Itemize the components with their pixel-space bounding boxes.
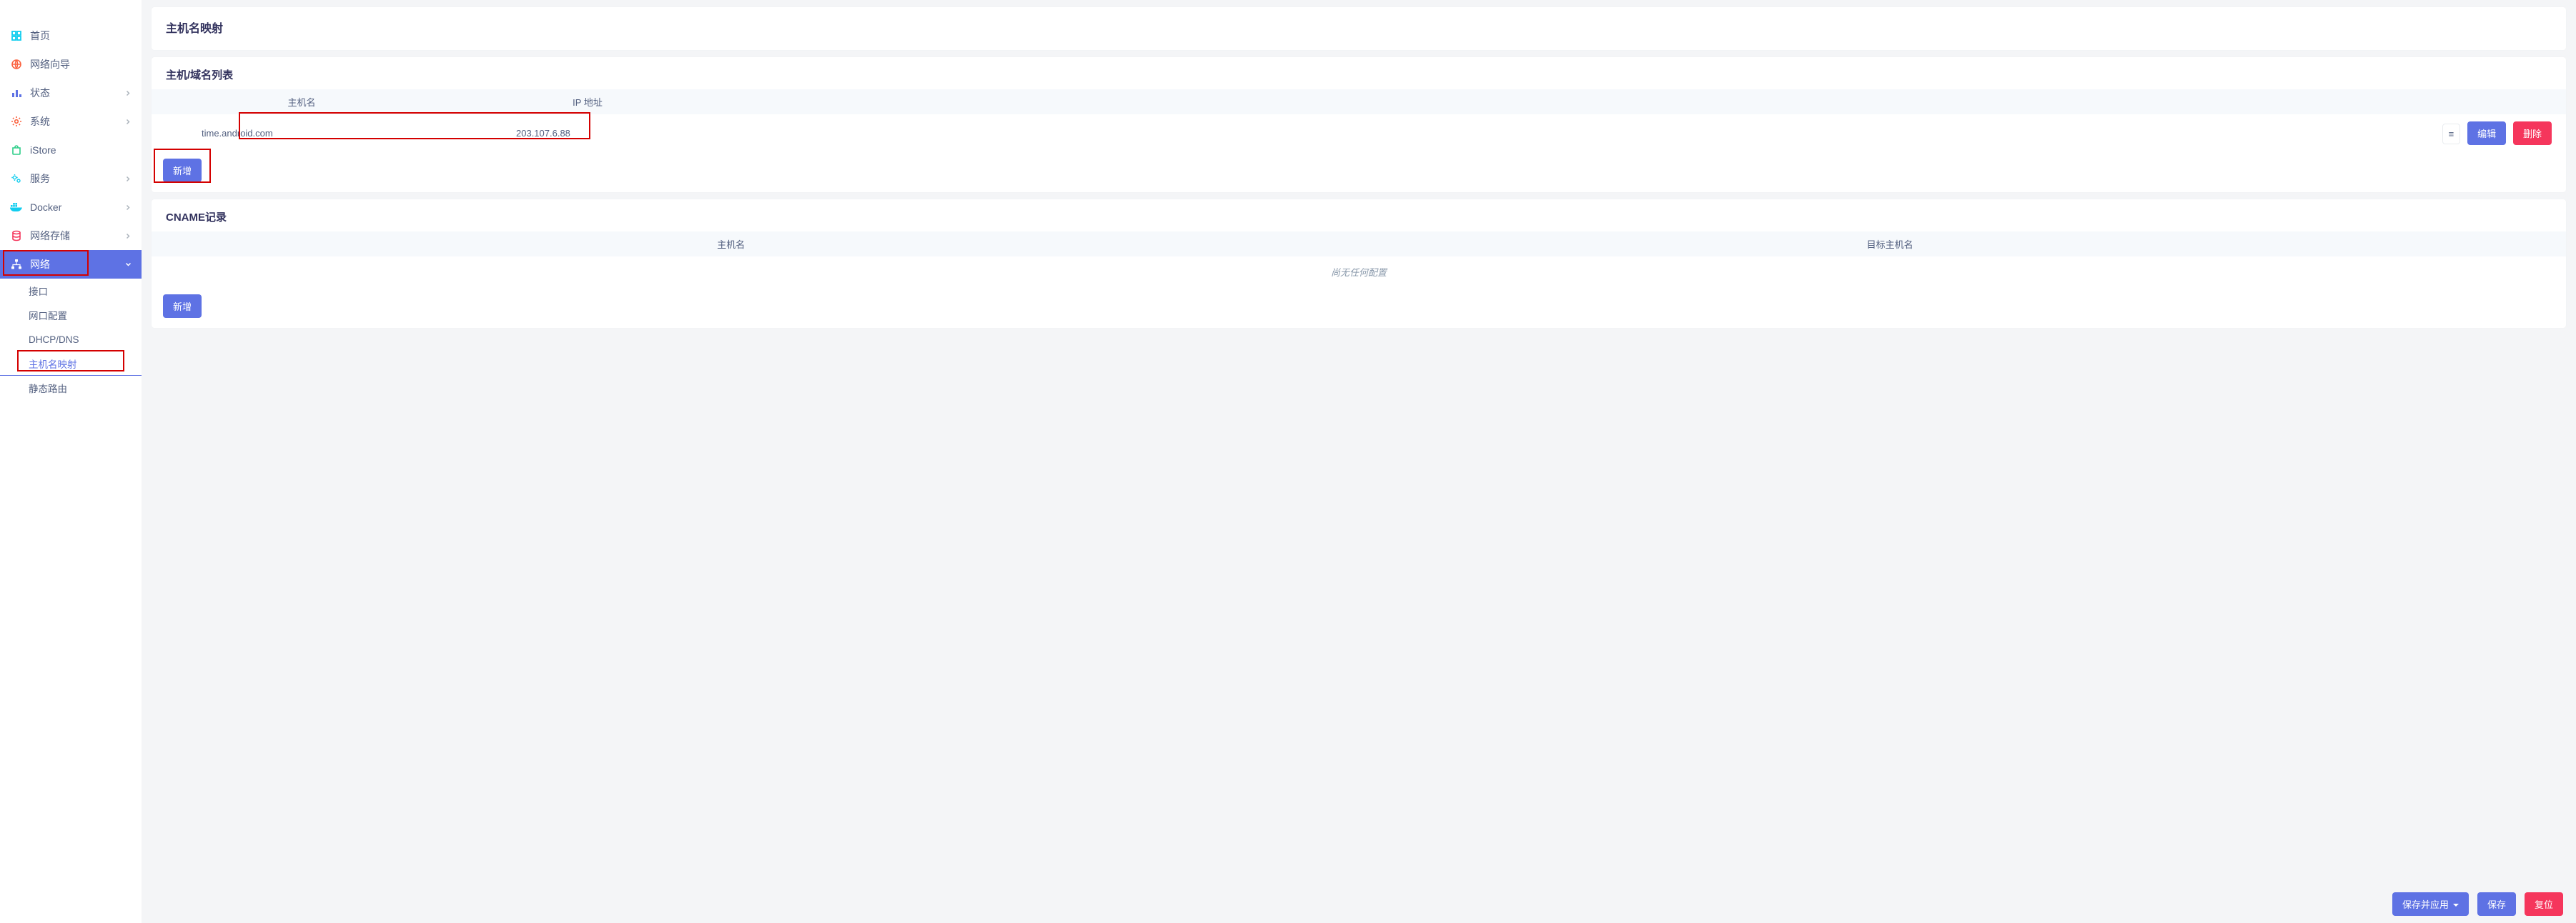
nav-docker-label: Docker bbox=[30, 201, 124, 213]
cname-add-button[interactable]: 新增 bbox=[163, 294, 202, 318]
cname-table-head: 主机名 目标主机名 bbox=[152, 231, 2566, 256]
nav-status-label: 状态 bbox=[30, 86, 124, 100]
nav-system[interactable]: 系统 bbox=[0, 107, 142, 136]
chevron-right-icon bbox=[124, 89, 132, 96]
drag-icon: ≡ bbox=[2449, 129, 2454, 139]
nav-sub-interfaces[interactable]: 接口 bbox=[0, 279, 142, 303]
footer-actions: 保存并应用 保存 复位 bbox=[2388, 892, 2563, 916]
nav-status[interactable]: 状态 bbox=[0, 79, 142, 107]
cname-panel: CNAME记录 主机名 目标主机名 尚无任何配置 新增 bbox=[152, 199, 2566, 328]
hosts-row0-ip: 203.107.6.88 bbox=[509, 125, 666, 141]
chevron-down-icon bbox=[124, 261, 132, 268]
nav-services-label: 服务 bbox=[30, 171, 124, 186]
hosts-panel-title: 主机/域名列表 bbox=[152, 57, 2566, 89]
gears-icon bbox=[10, 172, 23, 185]
page-title-panel: 主机名映射 bbox=[152, 7, 2566, 50]
chevron-right-icon bbox=[124, 204, 132, 211]
hosts-col-ip: IP 地址 bbox=[452, 95, 723, 109]
bag-icon bbox=[10, 144, 23, 156]
nav-home[interactable]: 首页 bbox=[0, 21, 142, 50]
cname-col-target: 目标主机名 bbox=[1310, 237, 2469, 251]
hosts-col-host: 主机名 bbox=[152, 95, 452, 109]
chevron-right-icon bbox=[124, 175, 132, 182]
cname-col-host: 主机名 bbox=[152, 237, 1310, 251]
database-icon bbox=[10, 229, 23, 242]
sidebar: 首页 网络向导 状态 系统 iStore 服务 bbox=[0, 0, 142, 923]
page-title: 主机名映射 bbox=[152, 7, 2566, 47]
nav-docker[interactable]: Docker bbox=[0, 193, 142, 221]
chevron-right-icon bbox=[124, 118, 132, 125]
save-apply-button[interactable]: 保存并应用 bbox=[2392, 892, 2469, 916]
chevron-right-icon bbox=[124, 232, 132, 239]
chart-icon bbox=[10, 86, 23, 99]
nav-istore[interactable]: iStore bbox=[0, 136, 142, 164]
nav-sub-hostnames[interactable]: 主机名映射 bbox=[0, 351, 142, 376]
edit-button[interactable]: 编辑 bbox=[2467, 121, 2506, 145]
nav-wizard-label: 网络向导 bbox=[30, 57, 132, 71]
cname-panel-title: CNAME记录 bbox=[152, 199, 2566, 231]
nav-nas-label: 网络存储 bbox=[30, 229, 124, 243]
drag-handle[interactable]: ≡ bbox=[2442, 124, 2461, 144]
delete-button[interactable]: 删除 bbox=[2513, 121, 2552, 145]
nav-network-label: 网络 bbox=[30, 257, 124, 271]
nav-nas[interactable]: 网络存储 bbox=[0, 221, 142, 250]
globe-icon bbox=[10, 58, 23, 71]
save-button[interactable]: 保存 bbox=[2477, 892, 2516, 916]
hosts-table-row: time.android.com 203.107.6.88 ≡ 编辑 删除 bbox=[152, 114, 2566, 151]
hosts-add-button[interactable]: 新增 bbox=[163, 159, 202, 182]
nav-network[interactable]: 网络 bbox=[0, 250, 142, 279]
main-content: 主机名映射 主机/域名列表 主机名 IP 地址 time.android.com… bbox=[142, 0, 2576, 923]
hosts-row0-host: time.android.com bbox=[194, 125, 409, 141]
sitemap-icon bbox=[10, 258, 23, 271]
nav-istore-label: iStore bbox=[30, 144, 132, 156]
home-icon bbox=[10, 29, 23, 42]
nav-sub-portcfg[interactable]: 网口配置 bbox=[0, 303, 142, 327]
docker-icon bbox=[10, 201, 23, 214]
hosts-panel: 主机/域名列表 主机名 IP 地址 time.android.com 203.1… bbox=[152, 57, 2566, 192]
nav-services[interactable]: 服务 bbox=[0, 164, 142, 193]
nav-home-label: 首页 bbox=[30, 29, 132, 43]
gear-icon bbox=[10, 115, 23, 128]
nav-sub-dhcpdns[interactable]: DHCP/DNS bbox=[0, 327, 142, 351]
nav-system-label: 系统 bbox=[30, 114, 124, 129]
hosts-table-head: 主机名 IP 地址 bbox=[152, 89, 2566, 114]
cname-empty: 尚无任何配置 bbox=[152, 256, 2566, 287]
reset-button[interactable]: 复位 bbox=[2525, 892, 2563, 916]
nav-wizard[interactable]: 网络向导 bbox=[0, 50, 142, 79]
nav-sub-staticroute[interactable]: 静态路由 bbox=[0, 376, 142, 400]
